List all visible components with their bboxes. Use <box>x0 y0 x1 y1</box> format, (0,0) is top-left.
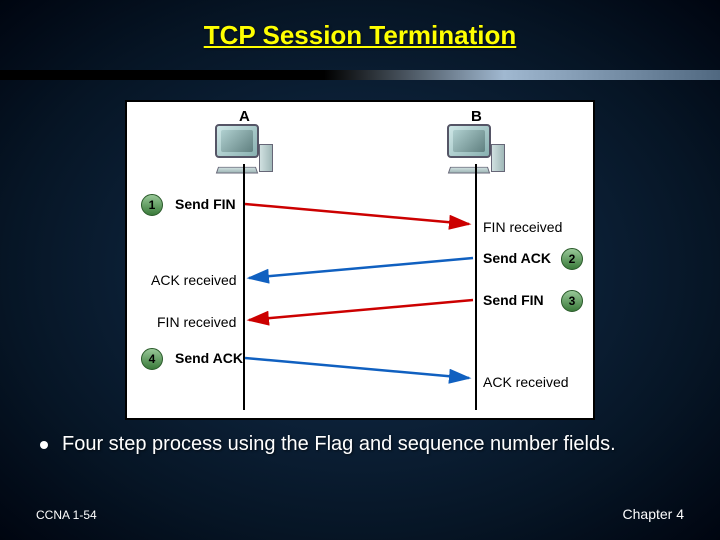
label-ack-received-2: ACK received <box>483 374 569 390</box>
label-ack-received-1: ACK received <box>151 272 237 288</box>
tcp-termination-diagram: A B 1 Send FIN FIN received <box>125 100 595 420</box>
label-send-fin-1: Send FIN <box>175 196 236 212</box>
label-fin-received-2: FIN received <box>157 314 236 330</box>
label-send-ack-2: Send ACK <box>175 350 243 366</box>
computer-a-icon <box>215 124 269 172</box>
arrow-fin-a-to-b <box>245 202 475 230</box>
step-4-badge: 4 <box>141 348 163 370</box>
computer-b-icon <box>447 124 501 172</box>
label-fin-received-1: FIN received <box>483 219 562 235</box>
slide-title: TCP Session Termination <box>204 20 517 51</box>
arrow-fin-b-to-a <box>245 298 475 326</box>
timeline-b <box>475 164 477 410</box>
arrow-ack-a-to-b <box>245 356 475 384</box>
footer-right: Chapter 4 <box>623 506 684 522</box>
title-area: TCP Session Termination <box>0 0 720 70</box>
host-a-label: A <box>239 108 250 125</box>
bullet-text: Four step process using the Flag and seq… <box>62 432 616 457</box>
label-send-fin-2: Send FIN <box>483 292 544 308</box>
bullet-list: Four step process using the Flag and seq… <box>40 432 680 457</box>
bullet-item: Four step process using the Flag and seq… <box>40 432 680 457</box>
arrow-ack-b-to-a <box>245 256 475 284</box>
step-3-badge: 3 <box>561 290 583 312</box>
step-1-badge: 1 <box>141 194 163 216</box>
step-2-badge: 2 <box>561 248 583 270</box>
footer-left: CCNA 1-54 <box>36 508 97 522</box>
diagram-container: A B 1 Send FIN FIN received <box>0 80 720 420</box>
host-b-label: B <box>471 108 482 125</box>
separator-bar <box>0 70 720 80</box>
label-send-ack-1: Send ACK <box>483 250 551 266</box>
bullet-dot-icon <box>40 441 48 449</box>
